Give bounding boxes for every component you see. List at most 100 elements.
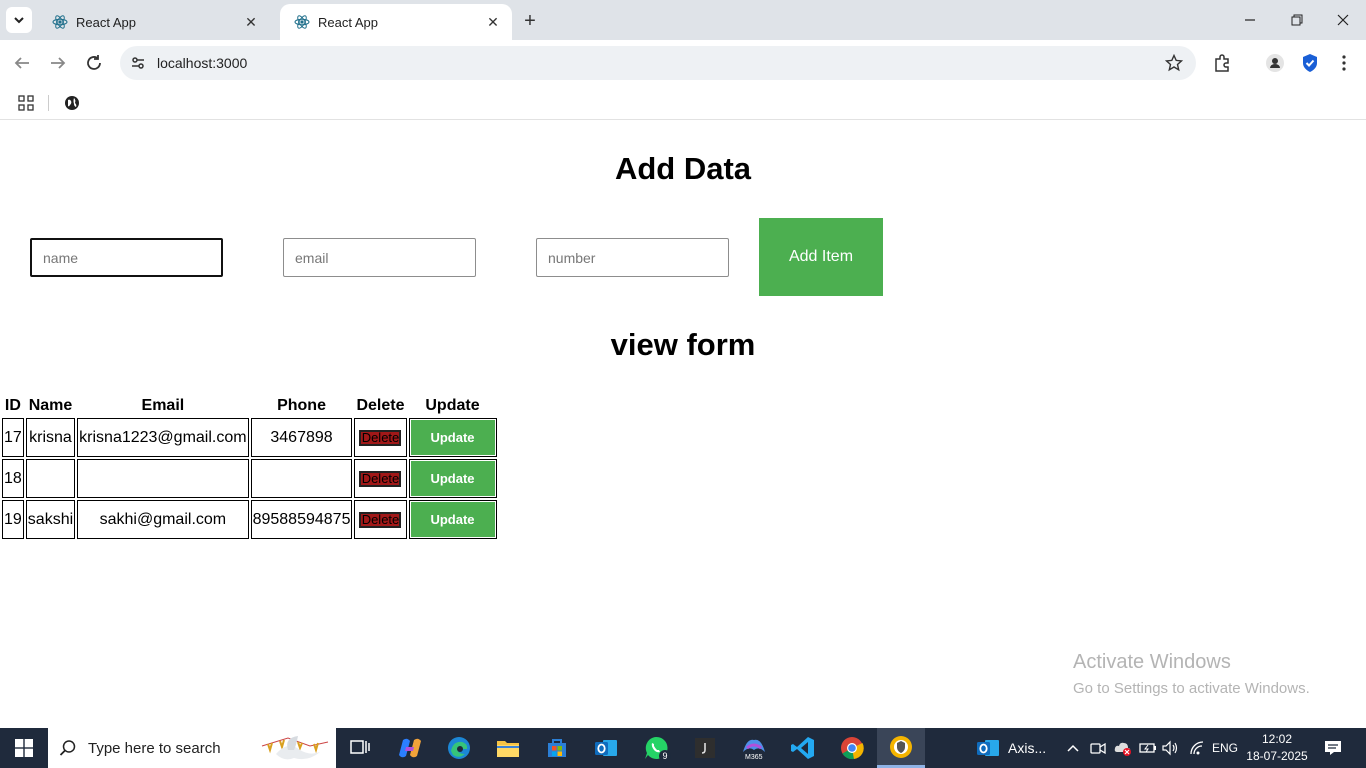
column-header-email: Email xyxy=(141,397,185,414)
minimize-button[interactable] xyxy=(1238,8,1262,32)
update-button[interactable]: Update xyxy=(410,461,495,496)
start-button[interactable] xyxy=(0,728,48,768)
kebab-menu-icon xyxy=(1342,55,1346,71)
volume-button[interactable] xyxy=(1162,728,1180,768)
show-hidden-icons-button[interactable] xyxy=(1066,728,1080,768)
bookmark-star-icon[interactable] xyxy=(1164,53,1184,73)
edge-app[interactable] xyxy=(435,728,483,768)
taskbar-search-box[interactable]: Type here to search xyxy=(48,728,336,768)
add-item-button[interactable]: Add Item xyxy=(759,218,883,296)
cell-phone: 3467898 xyxy=(250,418,353,457)
clock[interactable]: 12:02 18-07-2025 xyxy=(1246,731,1308,765)
update-button[interactable]: Update xyxy=(410,420,495,455)
meet-now-button[interactable] xyxy=(1090,728,1106,768)
microsoft-store-app[interactable] xyxy=(533,728,581,768)
network-button[interactable] xyxy=(1189,728,1205,768)
cell-delete: Delete xyxy=(354,418,407,457)
outlook-app[interactable] xyxy=(582,728,630,768)
store-icon xyxy=(548,739,566,757)
whatsapp-app[interactable]: 9 xyxy=(632,728,680,768)
close-icon[interactable]: ✕ xyxy=(242,13,260,31)
update-button[interactable]: Update xyxy=(410,502,495,537)
cell-delete: Delete xyxy=(354,500,407,539)
minimize-icon xyxy=(1245,19,1255,21)
url-text: localhost:3000 xyxy=(157,55,248,71)
watermark-subtitle: Go to Settings to activate Windows. xyxy=(1073,680,1310,697)
add-data-heading: Add Data xyxy=(614,151,752,186)
edge-icon xyxy=(448,737,470,759)
cell-email: sakhi@gmail.com xyxy=(77,500,249,539)
column-header-delete: Delete xyxy=(356,397,405,414)
email-input[interactable] xyxy=(283,238,476,277)
profile-button[interactable] xyxy=(1263,51,1287,75)
taskbar-search-placeholder: Type here to search xyxy=(88,739,221,757)
outlook-icon xyxy=(595,740,617,756)
menu-button[interactable] xyxy=(1332,51,1356,75)
forward-button[interactable] xyxy=(46,51,70,75)
cell-name: krisna xyxy=(25,418,76,457)
chrome-app[interactable] xyxy=(828,728,876,768)
apps-grid-button[interactable] xyxy=(14,91,38,115)
file-explorer-app[interactable] xyxy=(484,728,532,768)
vscode-icon xyxy=(791,737,814,759)
search-icon xyxy=(48,739,88,757)
clock-date: 18-07-2025 xyxy=(1246,749,1308,763)
copilot-app[interactable] xyxy=(386,728,434,768)
chrome-shield-icon xyxy=(890,735,912,758)
back-button[interactable] xyxy=(10,51,34,75)
tab-title: React App xyxy=(318,14,378,30)
tab-search-button[interactable] xyxy=(6,7,32,33)
onedrive-tray-button[interactable] xyxy=(1114,728,1132,768)
m365-icon: M365 xyxy=(743,739,765,760)
new-tab-button[interactable]: + xyxy=(518,9,542,33)
puzzle-icon xyxy=(1215,54,1229,72)
task-view-button[interactable] xyxy=(336,728,384,768)
bookmark-globe[interactable] xyxy=(60,91,84,115)
cell-update: Update xyxy=(408,418,497,457)
browser-toolbar: localhost:3000 xyxy=(0,40,1366,86)
reload-button[interactable] xyxy=(82,51,106,75)
svg-text:M365: M365 xyxy=(745,754,763,760)
language-indicator[interactable]: ENG xyxy=(1212,728,1238,768)
tab-react-app-2[interactable]: React App ✕ xyxy=(280,4,512,40)
vscode-app[interactable] xyxy=(779,728,827,768)
close-icon[interactable]: ✕ xyxy=(484,13,502,31)
data-table: ID Name Email Phone Delete Update 17 kri… xyxy=(0,394,499,541)
battery-indicator[interactable] xyxy=(1139,728,1157,768)
cell-email xyxy=(77,459,249,498)
shield-extension-button[interactable] xyxy=(1298,51,1322,75)
copilot-icon xyxy=(399,738,421,758)
cell-delete: Delete xyxy=(354,459,407,498)
address-bar[interactable]: localhost:3000 xyxy=(120,46,1196,80)
close-window-button[interactable] xyxy=(1331,8,1355,32)
activate-windows-watermark: Activate Windows Go to Settings to activ… xyxy=(1073,651,1310,697)
delete-button[interactable]: Delete xyxy=(359,429,402,446)
cell-phone: 89588594875 xyxy=(250,500,353,539)
cell-update: Update xyxy=(408,500,497,539)
jetbrains-app[interactable] xyxy=(681,728,729,768)
delete-button[interactable]: Delete xyxy=(359,470,402,487)
profile-icon xyxy=(1266,54,1284,72)
apps-grid-icon xyxy=(18,95,34,111)
name-input[interactable] xyxy=(30,238,223,277)
outlook-notification[interactable]: Axis... xyxy=(976,728,1046,768)
notifications-button[interactable] xyxy=(1324,728,1342,768)
delete-button[interactable]: Delete xyxy=(359,511,402,528)
page-content: Add Data Add Item view form ID Name Emai… xyxy=(0,121,1366,728)
microsoft-365-app[interactable]: M365 xyxy=(730,728,778,768)
extensions-button[interactable] xyxy=(1210,51,1234,75)
close-icon xyxy=(1337,14,1349,26)
cell-update: Update xyxy=(408,459,497,498)
tab-title: React App xyxy=(76,14,136,30)
number-input[interactable] xyxy=(536,238,729,277)
cell-name: sakshi xyxy=(25,500,76,539)
wifi-icon xyxy=(1190,741,1204,755)
tab-react-app-1[interactable]: React App ✕ xyxy=(38,4,270,40)
chrome-dev-app[interactable] xyxy=(877,728,925,768)
react-icon xyxy=(52,14,68,30)
restore-button[interactable] xyxy=(1285,8,1309,32)
globe-icon xyxy=(65,96,79,110)
cell-name xyxy=(25,459,76,498)
site-info-icon[interactable] xyxy=(128,53,148,73)
cell-id: 19 xyxy=(2,500,24,539)
